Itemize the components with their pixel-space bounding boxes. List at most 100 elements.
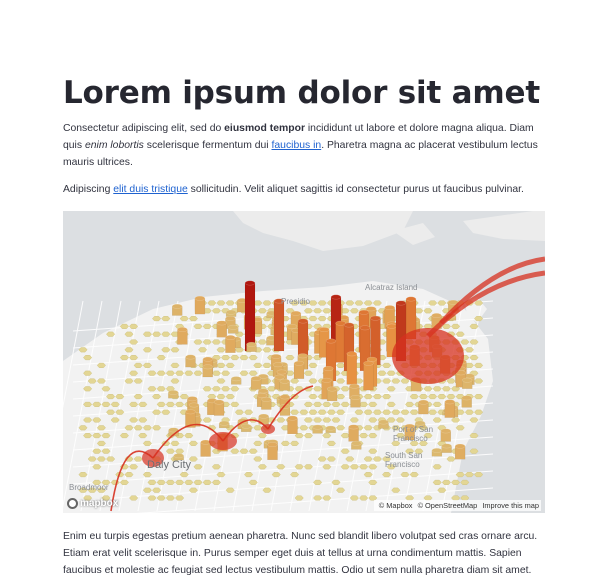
hexagon-cell [92,464,102,470]
hex-column-top [230,376,242,382]
hexagon-cell [253,456,263,462]
para1-text-3: scelerisque fermentum dui [143,140,272,151]
hexagon-cell [322,401,332,407]
hexagon-cell [474,472,484,478]
hexagon-cell [133,456,143,462]
hex-column-top [350,395,361,400]
south-sf-label: South San Francisco [385,451,423,469]
hex-column-top [185,354,196,360]
hexagon-cell [313,401,323,407]
map-canvas[interactable] [63,211,545,513]
hexagon-cell [308,394,318,400]
hexagon-cell [184,433,194,439]
hexagon-cell [110,401,120,407]
hexagon-cell [446,394,456,400]
presidio-label: Presidio [281,297,310,306]
hexagon-cell [83,386,93,392]
hexagon-cell [129,417,139,423]
hex-column-top [363,360,374,366]
port-sf-label: Port of San Francisco [393,425,434,443]
hexagon-cell [423,308,433,314]
hexagon-cell [313,308,323,314]
hexagon-cell [92,401,102,407]
hexagon-cell [409,472,419,478]
hexagon-cell [83,355,93,361]
hexagon-cell [340,401,350,407]
hexagon-cell [451,479,461,485]
hexagon-cell [193,479,203,485]
hexagon-cell [230,401,240,407]
hexagon-cell [124,347,134,353]
attr-osm-link[interactable]: © OpenStreetMap [418,501,478,510]
hexagon-cell [78,472,88,478]
hexagon-cell [110,479,120,485]
hex-column-top [330,294,342,300]
hexagon-cell [377,370,387,376]
hex-column-top [349,383,360,389]
hexagon-cell [345,300,355,306]
hexagon-cell [455,425,465,431]
hexagon-cell [262,347,272,353]
hexagon-cell [101,386,111,392]
hex-column-top [240,423,252,429]
hexagon-cell [451,417,461,423]
attr-mapbox-link[interactable]: © Mapbox [379,501,413,510]
hexagon-cell [156,355,166,361]
hexagon-cell [428,394,438,400]
hexagon-cell [446,456,456,462]
hexagon-cell [230,355,240,361]
hexagon-cell [142,362,152,368]
hexagon-cell [336,362,346,368]
hexagon-cell [207,300,217,306]
hexagon-cell [322,495,332,501]
hex-column-top [346,351,357,357]
hexagon-cell [317,316,327,322]
hexagon-cell [207,394,217,400]
hexagon-cell [317,409,327,415]
hexagon-cell [326,440,336,446]
hexagon-cell [170,347,180,353]
tristique-link[interactable]: elit duis tristique [113,184,188,195]
hexagon-cell [290,472,300,478]
hex-column-top [287,415,298,421]
hexagon-cell [129,370,139,376]
hexagon-cell [363,300,373,306]
hexagon-cell [161,409,171,415]
hexagon-cell [331,417,341,423]
hexagon-cell [368,448,378,454]
hexagon-cell [175,448,185,454]
mapbox-logo[interactable]: mapbox [67,498,118,509]
hex-column-top [405,296,417,302]
hex-column-top [246,341,257,347]
map-view[interactable]: Presidio Alcatraz Island Daly City Broad… [63,211,545,513]
hexagon-cell [474,378,484,384]
hexagon-cell [382,362,392,368]
hexagon-cell [308,316,318,322]
hexagon-cell [363,425,373,431]
hexagon-cell [179,472,189,478]
hexagon-cell [313,386,323,392]
hexagon-cell [253,425,263,431]
hex-column-top [187,396,198,402]
hex-column-top [293,360,305,366]
hexagon-cell [244,472,254,478]
hexagon-cell [216,300,226,306]
hexagon-cell [359,464,369,470]
attr-improve-link[interactable]: Improve this map [482,501,539,510]
hexagon-cell [276,464,286,470]
hexagon-cell [198,347,208,353]
hexagon-cell [161,316,171,322]
hexagon-cell [437,394,447,400]
hexagon-cell [474,409,484,415]
hexagon-cell [432,386,442,392]
para1-text-1: Consectetur adipiscing elit, sed do [63,123,225,134]
hex-column-top [218,420,230,426]
hexagon-cell [400,409,410,415]
hexagon-cell [188,316,198,322]
hex-column-top [213,399,225,405]
hexagon-cell [193,464,203,470]
mapbox-logo-icon [67,498,78,509]
hexagon-cell [147,370,157,376]
faucibus-link[interactable]: faucibus in [272,140,322,151]
hexagon-cell [257,339,267,345]
